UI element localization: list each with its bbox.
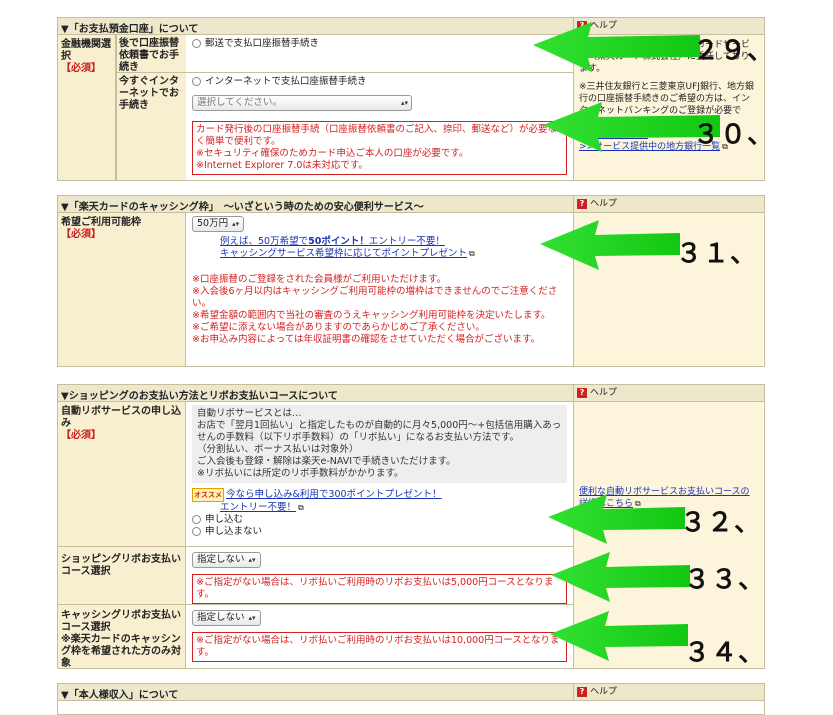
section-cashing: ▼「楽天カードのキャッシング枠」 〜いざという時のための安心便利サービス〜 ? ヘ… — [57, 195, 765, 367]
select-arrows-icon: ▴▾ — [232, 220, 240, 228]
radio-apply[interactable] — [192, 515, 201, 524]
help-icon: ? — [577, 388, 587, 398]
auto-revo-label: 自動リボサービスの申し込み 【必須】 — [58, 402, 186, 547]
cashing-note: ※お申込み内容によっては年収証明書の確認をさせていただく場合がございます。 — [192, 334, 541, 345]
external-link-icon: ⧉ — [635, 499, 641, 508]
annotation-label-33: ３３、 — [684, 565, 766, 595]
auto-revo-description: 自動リボサービスとは… お店で「翌月1回払い」と指定したものが自動的に月々5,0… — [192, 405, 567, 483]
section-title: ▼「お支払預金口座」について — [61, 24, 199, 35]
cashing-revo-note: ※ご指定がない場合は、リボ払いご利用時のリボお支払いは10,000円コースとなり… — [192, 632, 567, 662]
radio-not-apply[interactable] — [192, 527, 201, 536]
select-arrows-icon: ▴▾ — [248, 556, 256, 564]
sub-label-later: 後で口座振替依頼書でお手続き — [116, 35, 186, 73]
required-badge: 【必須】 — [61, 229, 101, 240]
help-icon: ? — [577, 199, 587, 209]
radio-internet-label: インターネットで支払口座振替手続き — [205, 76, 367, 87]
cashing-revo-label: キャッシングリボお支払いコース選択 ※楽天カードのキャッシング枠を希望された方の… — [58, 605, 186, 669]
annotation-label-30: ３０、 — [693, 120, 775, 150]
note-security-b: カード申込ご本人の口座が必要です。 — [307, 148, 469, 159]
section-title: ▼「楽天カードのキャッシング枠」 〜いざという時のための安心便利サービス〜 — [61, 202, 424, 213]
help-header[interactable]: ? ヘルプ — [573, 684, 764, 700]
cashing-revo-content: 指定しない ▴▾ ※ご指定がない場合は、リボ払いご利用時のリボお支払いは10,00… — [186, 605, 573, 668]
cashing-note: ※ご希望に添えない場合がありますのであらかじめご了承ください。 — [192, 322, 485, 333]
annotation-label-34: ３４、 — [684, 638, 766, 668]
help-label: ヘルプ — [590, 687, 618, 697]
help-header[interactable]: ? ヘルプ — [573, 196, 764, 212]
field-label: 希望ご利用可能枠 — [61, 217, 141, 228]
bank-select-label: 金融機関選択 【必須】 — [58, 35, 116, 180]
help-header[interactable]: ? ヘルプ — [573, 385, 764, 401]
section-header: ▼「楽天カードのキャッシング枠」 〜いざという時のための安心便利サービス〜 ? ヘ… — [58, 196, 764, 213]
cashing-limit-label: 希望ご利用可能枠 【必須】 — [58, 213, 186, 366]
external-link-icon: ⧉ — [298, 503, 304, 512]
internet-note-box: カード発行後の口座振替手続（口座振替依頼書のご記入、捺印、郵送など）が必要なく簡… — [192, 121, 567, 175]
field-label: 自動リボサービスの申し込み — [61, 406, 181, 429]
recommend-badge: オススメ — [192, 488, 224, 502]
required-badge: 【必須】 — [61, 63, 101, 74]
shopping-revo-note: ※ご指定がない場合は、リボ払いご利用時のリボお支払いは5,000円コースとなりま… — [192, 574, 567, 604]
help-label: ヘルプ — [590, 388, 618, 398]
cashing-note: ※希望金額の範囲内で当社の審査のうえキャッシング利用可能枠を決定いたします。 — [192, 310, 551, 321]
section-income: ▼「本人様収入」について ? ヘルプ — [57, 683, 765, 715]
bank-select[interactable]: 選択してください。 ▴▾ — [192, 95, 412, 111]
external-link-icon: ⧉ — [650, 130, 656, 139]
help-icon: ? — [577, 687, 587, 697]
option-now: インターネットで支払口座振替手続き 選択してください。 ▴▾ カード発行後の口座振… — [186, 73, 573, 180]
cashing-revo-select[interactable]: 指定しない ▴▾ — [192, 610, 261, 626]
section-header: ▼「本人様収入」について ? ヘルプ — [58, 684, 764, 701]
option-later: 郵送で支払口座振替手続き — [186, 35, 573, 73]
section-header: ▼「お支払預金口座」について ? ヘルプ — [58, 18, 764, 35]
section-payment-account: ▼「お支払預金口座」について ? ヘルプ 金融機関選択 【必須】 後で口座振替依頼… — [57, 17, 765, 181]
auto-revo-content: 自動リボサービスとは… お店で「翌月1回払い」と指定したものが自動的に月々5,0… — [186, 402, 573, 547]
section-header: ▼ショッピングのお支払い方法とリボお支払いコースについて ? ヘルプ — [58, 385, 764, 402]
cashing-limit-value: 50万円 — [197, 218, 229, 229]
note-ie: ※Internet Explorer 7.0は未対応です。 — [196, 160, 368, 171]
sub-label-now: 今すぐインターネットでお手続き — [116, 73, 186, 180]
section-title: ▼ショッピングのお支払い方法とリボお支払いコースについて — [61, 391, 338, 402]
cashing-note: ※口座振替のご登録をされた会員様がご利用いただけます。 — [192, 274, 447, 285]
radio-not-apply-label: 申し込まない — [205, 526, 263, 537]
detail-help-link[interactable]: >>詳しいヘルプ — [579, 130, 648, 140]
radio-mail-label: 郵送で支払口座振替手続き — [205, 38, 320, 49]
help-label: ヘルプ — [590, 199, 618, 209]
section-shopping-revo: ▼ショッピングのお支払い方法とリボお支払いコースについて ? ヘルプ 自動リボサー… — [57, 384, 765, 669]
field-sublabel: ※楽天カードのキャッシング枠を希望された方のみ対象 — [61, 634, 181, 669]
shopping-revo-content: 指定しない ▴▾ ※ご指定がない場合は、リボ払いご利用時のリボお支払いは5,000… — [186, 547, 573, 605]
external-link-icon: ⧉ — [469, 249, 475, 258]
annotation-label-29: ２９、 — [693, 36, 775, 66]
select-arrows-icon: ▴▾ — [400, 99, 408, 107]
revo-promo-link[interactable]: 今なら申し込み&利用で300ポイントプレゼント！ — [226, 489, 442, 500]
note-security: ※セキュリティ確保のため — [196, 148, 308, 159]
annotation-label-31: ３１、 — [676, 239, 758, 269]
cashing-note: ※入会後6ヶ月以内はキャッシングご利用可能枠の増枠はできませんのでご注意ください… — [192, 286, 558, 309]
cashing-revo-value: 指定しない — [197, 612, 245, 623]
revo-entry-link[interactable]: エントリー不要！ — [220, 502, 296, 513]
radio-internet[interactable] — [192, 77, 201, 86]
bank-select-value: 選択してください。 — [197, 97, 282, 108]
shopping-revo-select[interactable]: 指定しない ▴▾ — [192, 552, 261, 568]
shopping-revo-value: 指定しない — [197, 554, 245, 565]
note-main: カード発行後の口座振替手続（口座振替依頼書のご記入、捺印、郵送など）が必要なく簡… — [196, 124, 558, 147]
radio-mail[interactable] — [192, 39, 201, 48]
section-title: ▼「本人様収入」について — [61, 690, 179, 701]
cashing-content: 50万円 ▴▾ 例えば、50万希望で50ポイント！エントリー不要！ キャッシングサ… — [186, 213, 573, 366]
help-icon: ? — [577, 21, 587, 31]
annotation-label-32: ３２、 — [680, 508, 762, 538]
select-arrows-icon: ▴▾ — [248, 614, 256, 622]
cashing-limit-select[interactable]: 50万円 ▴▾ — [192, 216, 245, 232]
shopping-revo-label: ショッピングリボお支払いコース選択 — [58, 547, 186, 605]
field-label: キャッシングリボお支払いコース選択 — [61, 610, 181, 633]
radio-apply-label: 申し込む — [205, 514, 244, 525]
help-label: ヘルプ — [590, 21, 618, 31]
field-label: 金融機関選択 — [61, 39, 111, 62]
required-badge: 【必須】 — [61, 430, 101, 441]
cashing-promo-link[interactable]: 例えば、50万希望で50ポイント！エントリー不要！ — [220, 236, 445, 247]
cashing-point-link[interactable]: キャッシングサービス希望枠に応じてポイントプレゼント — [220, 248, 467, 259]
